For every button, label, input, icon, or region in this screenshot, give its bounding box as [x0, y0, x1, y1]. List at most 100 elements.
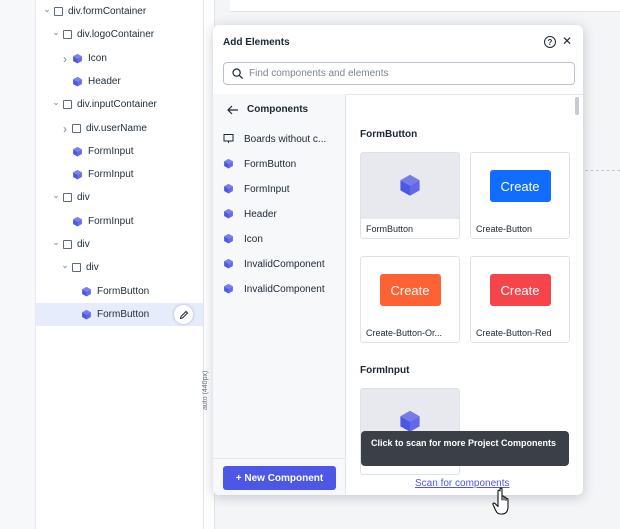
component-cube-icon [223, 208, 235, 220]
container-icon [63, 30, 72, 39]
component-cube-icon [72, 146, 83, 157]
component-list-item[interactable]: InvalidComponent [223, 279, 343, 299]
layer-row[interactable]: ⌄ div [36, 186, 203, 209]
layer-label: Icon [88, 53, 107, 64]
layer-row[interactable]: › div.userName [36, 117, 203, 140]
layer-row[interactable]: ⌄ div.formContainer [36, 0, 203, 23]
components-list: Components Boards without c... FormButton… [213, 94, 346, 495]
component-list-label: InvalidComponent [244, 283, 325, 295]
component-cube-icon [81, 286, 92, 297]
canvas-guide-line [580, 170, 620, 171]
button-preview: Create [489, 170, 551, 202]
component-cube-icon [223, 183, 235, 195]
card-name: Create-Button-Red [476, 328, 552, 338]
list-footer-divider [213, 458, 346, 459]
button-preview: Create [379, 274, 441, 306]
layer-row[interactable]: FormInput [36, 210, 203, 233]
component-cube-icon [81, 309, 92, 320]
layer-label: FormButton [97, 309, 150, 320]
layer-row[interactable]: ⌄ div [36, 256, 203, 279]
layer-row[interactable]: ⌄ div.logoContainer [36, 23, 203, 46]
elements-content: FormButton FormButton Create Create-Button C… [347, 95, 583, 495]
component-list-item[interactable]: FormButton [223, 154, 343, 174]
component-cube-icon [72, 76, 83, 87]
layer-row[interactable]: Header [36, 70, 203, 93]
layer-label: div.formContainer [68, 6, 147, 17]
close-icon[interactable]: ✕ [561, 34, 573, 48]
content-scrollbar[interactable] [575, 97, 579, 115]
chevron-down-icon[interactable]: ⌄ [51, 190, 61, 201]
container-icon [72, 124, 81, 133]
element-card[interactable]: Create Create-Button-Or... [360, 256, 460, 343]
layer-row[interactable]: ⌄ div.inputContainer [36, 93, 203, 116]
container-icon [54, 7, 63, 16]
edit-pencil-icon[interactable] [174, 305, 193, 324]
search-input[interactable] [249, 68, 569, 79]
container-icon [72, 263, 81, 272]
element-card[interactable]: Create Create-Button [470, 152, 570, 239]
component-list-item[interactable]: InvalidComponent [223, 254, 343, 274]
component-list-label: FormInput [244, 183, 290, 195]
component-cube-icon [398, 173, 422, 200]
layer-label: FormInput [88, 169, 134, 180]
card-name: Create-Button [476, 224, 533, 234]
component-list-item[interactable]: Icon [223, 229, 343, 249]
card-preview: Create [361, 257, 459, 323]
component-cube-icon [72, 53, 83, 64]
card-preview: Create [471, 257, 569, 323]
chevron-right-icon[interactable]: › [60, 122, 70, 136]
chevron-down-icon[interactable]: ⌄ [51, 27, 61, 38]
layer-row[interactable]: FormButton [36, 303, 203, 326]
container-icon [63, 240, 72, 249]
chevron-down-icon[interactable]: ⌄ [51, 97, 61, 108]
card-preview [361, 153, 459, 219]
layer-row[interactable]: › Icon [36, 47, 203, 70]
container-icon [63, 193, 72, 202]
chevron-down-icon[interactable]: ⌄ [60, 260, 70, 271]
component-cube-icon [72, 169, 83, 180]
add-elements-panel: Add Elements ? ✕ Components Boards witho… [213, 25, 583, 495]
button-preview: Create [489, 274, 551, 306]
component-list-item[interactable]: Header [223, 204, 343, 224]
component-cube-icon [223, 283, 235, 295]
component-list-label: Icon [244, 233, 263, 245]
layer-label: div.logoContainer [77, 29, 155, 40]
components-header-label: Components [247, 104, 309, 115]
layer-row[interactable]: ⌄ div [36, 233, 203, 256]
new-component-button[interactable]: + New Component [223, 466, 336, 490]
scan-tooltip: Click to scan for more Project Component… [361, 431, 569, 466]
component-list-label: Header [244, 208, 277, 220]
layer-label: div [77, 192, 90, 203]
chevron-right-icon[interactable]: › [60, 52, 70, 66]
card-preview: Create [471, 153, 569, 219]
element-card[interactable]: FormButton [360, 152, 460, 239]
card-name: FormButton [366, 224, 414, 234]
layer-label: div.inputContainer [77, 99, 157, 110]
element-card[interactable]: Create Create-Button-Red [470, 256, 570, 343]
chevron-down-icon[interactable]: ⌄ [42, 4, 52, 15]
layers-panel: ⌄ div.formContainer ⌄ div.logoContainer › Ico… [0, 0, 203, 529]
layer-label: FormInput [88, 146, 134, 157]
layer-row[interactable]: FormInput [36, 163, 203, 186]
board-icon [223, 133, 235, 145]
help-icon[interactable]: ? [544, 36, 556, 48]
chevron-down-icon[interactable]: ⌄ [51, 237, 61, 248]
search-icon [232, 68, 243, 79]
layer-label: FormInput [88, 216, 134, 227]
layers-gutter [0, 0, 36, 529]
component-list-item[interactable]: Boards without c... [223, 129, 343, 149]
layer-row[interactable]: FormButton [36, 280, 203, 303]
component-list-item[interactable]: FormInput [223, 179, 343, 199]
layer-row[interactable]: FormInput [36, 140, 203, 163]
canvas-frame [230, 0, 620, 12]
component-cube-icon [223, 258, 235, 270]
component-cube-icon [72, 216, 83, 227]
layer-label: FormButton [97, 286, 150, 297]
container-icon [63, 100, 72, 109]
section-title: FormButton [360, 129, 418, 140]
search-box[interactable] [223, 62, 575, 85]
layer-label: div [77, 239, 90, 250]
components-back-button[interactable]: Components [227, 104, 308, 115]
component-list-label: FormButton [244, 158, 297, 170]
layer-label: Header [88, 76, 121, 87]
